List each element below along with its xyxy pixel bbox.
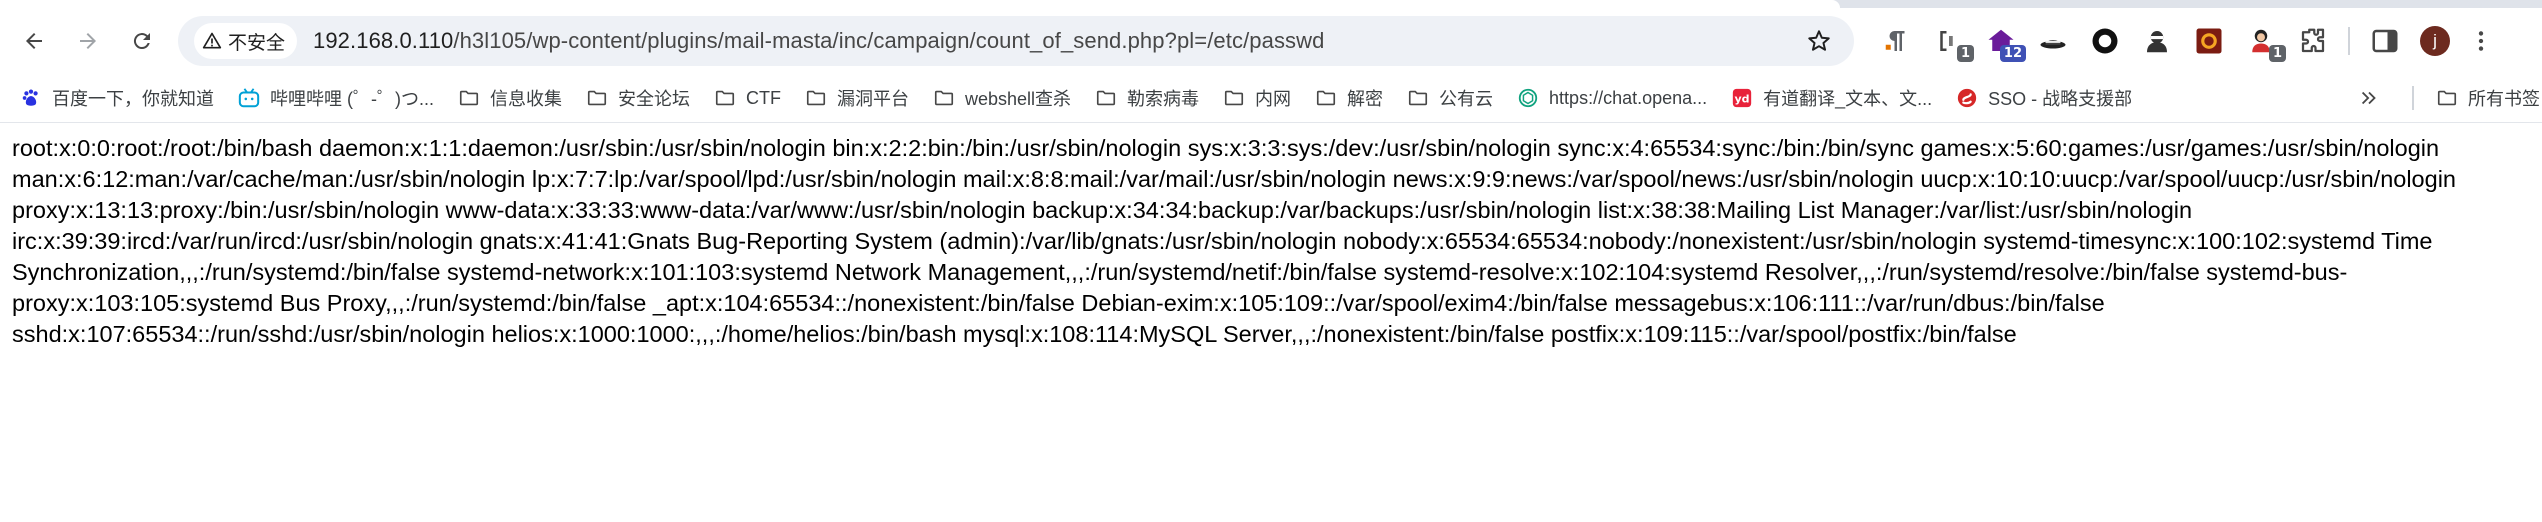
bookmark-item[interactable]: SSO - 战略支援部 bbox=[1944, 81, 2144, 115]
toolbar-divider bbox=[2348, 27, 2350, 55]
baidu-paw-icon bbox=[22, 89, 38, 106]
address-bar[interactable]: 不安全 192.168.0.110/h3l105/wp-content/plug… bbox=[178, 16, 1854, 66]
bilibili-tv-icon bbox=[238, 88, 260, 108]
more-vertical-icon bbox=[2478, 31, 2484, 51]
arrow-right-icon bbox=[80, 33, 96, 49]
extension-7[interactable] bbox=[2192, 24, 2226, 58]
bookmark-folder[interactable]: 解密 bbox=[1303, 81, 1395, 115]
extension-2-badge: 1 bbox=[1956, 45, 1974, 62]
extension-1[interactable] bbox=[1880, 24, 1914, 58]
url-text[interactable]: 192.168.0.110/h3l105/wp-content/plugins/… bbox=[313, 28, 1324, 54]
bookmark-label: 内网 bbox=[1255, 89, 1292, 109]
youdao-icon: yd bbox=[1732, 88, 1752, 108]
page-content-passwd: root:x:0:0:root:/root:/bin/bash daemon:x… bbox=[12, 135, 2456, 347]
folder-icon bbox=[1408, 90, 1428, 106]
profile-avatar[interactable]: j bbox=[2420, 26, 2450, 56]
bookmark-label: 所有书签 bbox=[2468, 89, 2540, 109]
bookmark-item[interactable]: 百度一下，你就知道 bbox=[8, 81, 226, 115]
star-icon bbox=[1808, 30, 1830, 51]
browser-menu-button[interactable] bbox=[2466, 24, 2496, 58]
folder-icon bbox=[715, 90, 735, 106]
bookmark-label: 勒索病毒 bbox=[1127, 89, 1200, 109]
bookmark-label: 解密 bbox=[1347, 89, 1384, 109]
url-path: /h3l105/wp-content/plugins/mail-masta/in… bbox=[453, 28, 1325, 53]
bookmark-folder[interactable]: 公有云 bbox=[1395, 81, 1505, 115]
extension-8-badge: 1 bbox=[2268, 45, 2286, 62]
folder-icon bbox=[2437, 90, 2457, 106]
bookmark-folder[interactable]: 内网 bbox=[1211, 81, 1303, 115]
extension-4[interactable] bbox=[2036, 24, 2070, 58]
bookmark-label: 漏洞平台 bbox=[837, 89, 909, 109]
tab-strip bbox=[0, 0, 2542, 8]
bookmark-item[interactable]: 哔哩哔哩 (゜-゜)つ... bbox=[226, 81, 446, 115]
reload-button[interactable] bbox=[120, 19, 164, 63]
back-button[interactable] bbox=[12, 19, 56, 63]
bookmark-folder[interactable]: webshell查杀 bbox=[921, 81, 1083, 115]
bookmark-label: 信息收集 bbox=[490, 89, 562, 109]
extension-5[interactable] bbox=[2088, 24, 2122, 58]
sso-icon bbox=[1958, 88, 1977, 108]
bookmark-label: CTF bbox=[746, 87, 781, 108]
folder-icon bbox=[459, 90, 479, 106]
extensions-menu-button[interactable] bbox=[2296, 24, 2330, 58]
svg-text:yd: yd bbox=[1735, 93, 1750, 106]
side-panel-button[interactable] bbox=[2368, 24, 2402, 58]
bookmark-item[interactable]: https://chat.opena... bbox=[1505, 81, 1719, 115]
extension-8[interactable]: 1 bbox=[2244, 24, 2286, 62]
extension-3-badge: 12 bbox=[1999, 45, 2026, 62]
url-host: 192.168.0.110 bbox=[313, 28, 454, 53]
folder-icon bbox=[934, 90, 954, 106]
bookmark-label: https://chat.opena... bbox=[1549, 87, 1708, 108]
ring-icon bbox=[2092, 28, 2118, 54]
bookmark-label: 百度一下，你就知道 bbox=[52, 89, 214, 109]
bookmark-label: 安全论坛 bbox=[618, 89, 690, 109]
bookmark-star-button[interactable] bbox=[1802, 24, 1836, 58]
forward-button[interactable] bbox=[66, 19, 110, 63]
bookmark-label: 有道翻译_文本、文... bbox=[1763, 89, 1933, 109]
paragraph-icon bbox=[1885, 31, 1905, 51]
bookmark-folder[interactable]: CTF bbox=[702, 81, 793, 115]
side-panel-icon bbox=[2372, 29, 2398, 53]
bookmark-folder[interactable]: 勒索病毒 bbox=[1083, 81, 1211, 115]
hat-icon bbox=[2040, 40, 2066, 49]
extension-2[interactable]: 1 bbox=[1932, 24, 1974, 62]
bookmark-folder[interactable]: 安全论坛 bbox=[574, 81, 702, 115]
active-tab-edge bbox=[0, 0, 1840, 8]
reload-icon bbox=[133, 33, 150, 50]
bookmarks-overflow-button[interactable] bbox=[2352, 81, 2386, 115]
bookmark-label: SSO - 战略支援部 bbox=[1988, 89, 2133, 109]
extensions-area: 1 12 1 j bbox=[1880, 8, 2496, 74]
bookmark-item[interactable]: yd 有道翻译_文本、文... bbox=[1719, 81, 1944, 115]
all-bookmarks-folder[interactable]: 所有书签 bbox=[2424, 81, 2542, 115]
bookmark-folder[interactable]: 信息收集 bbox=[446, 81, 574, 115]
bookmark-label: webshell查杀 bbox=[965, 89, 1072, 109]
target-square-icon bbox=[2196, 28, 2222, 54]
bookmarks-bar: 百度一下，你就知道 哔哩哔哩 (゜-゜)つ... 信息收集 安全论坛 CTF 漏… bbox=[0, 74, 2542, 123]
folder-icon bbox=[587, 90, 607, 106]
extension-6[interactable] bbox=[2140, 24, 2174, 58]
folder-icon bbox=[1224, 90, 1244, 106]
bookmark-folder[interactable]: 漏洞平台 bbox=[793, 81, 921, 115]
extension-3[interactable]: 12 bbox=[1984, 24, 2026, 62]
puzzle-icon bbox=[2301, 28, 2325, 53]
folder-icon bbox=[806, 90, 826, 106]
security-label: 不安全 bbox=[228, 32, 286, 54]
warning-triangle-icon bbox=[202, 32, 222, 49]
browser-toolbar: 不安全 192.168.0.110/h3l105/wp-content/plug… bbox=[0, 8, 2542, 74]
folder-icon bbox=[1316, 90, 1336, 106]
arrow-left-icon bbox=[26, 33, 42, 49]
bookmark-label: 哔哩哔哩 (゜-゜)つ... bbox=[270, 89, 434, 109]
security-indicator[interactable]: 不安全 bbox=[194, 23, 298, 59]
bookmarks-divider bbox=[2412, 86, 2414, 110]
chevron-double-right-icon bbox=[2361, 91, 2376, 105]
openai-icon bbox=[1518, 88, 1538, 108]
bookmark-label: 公有云 bbox=[1439, 89, 1494, 109]
folder-icon bbox=[1096, 90, 1116, 106]
spy-icon bbox=[2147, 31, 2167, 53]
